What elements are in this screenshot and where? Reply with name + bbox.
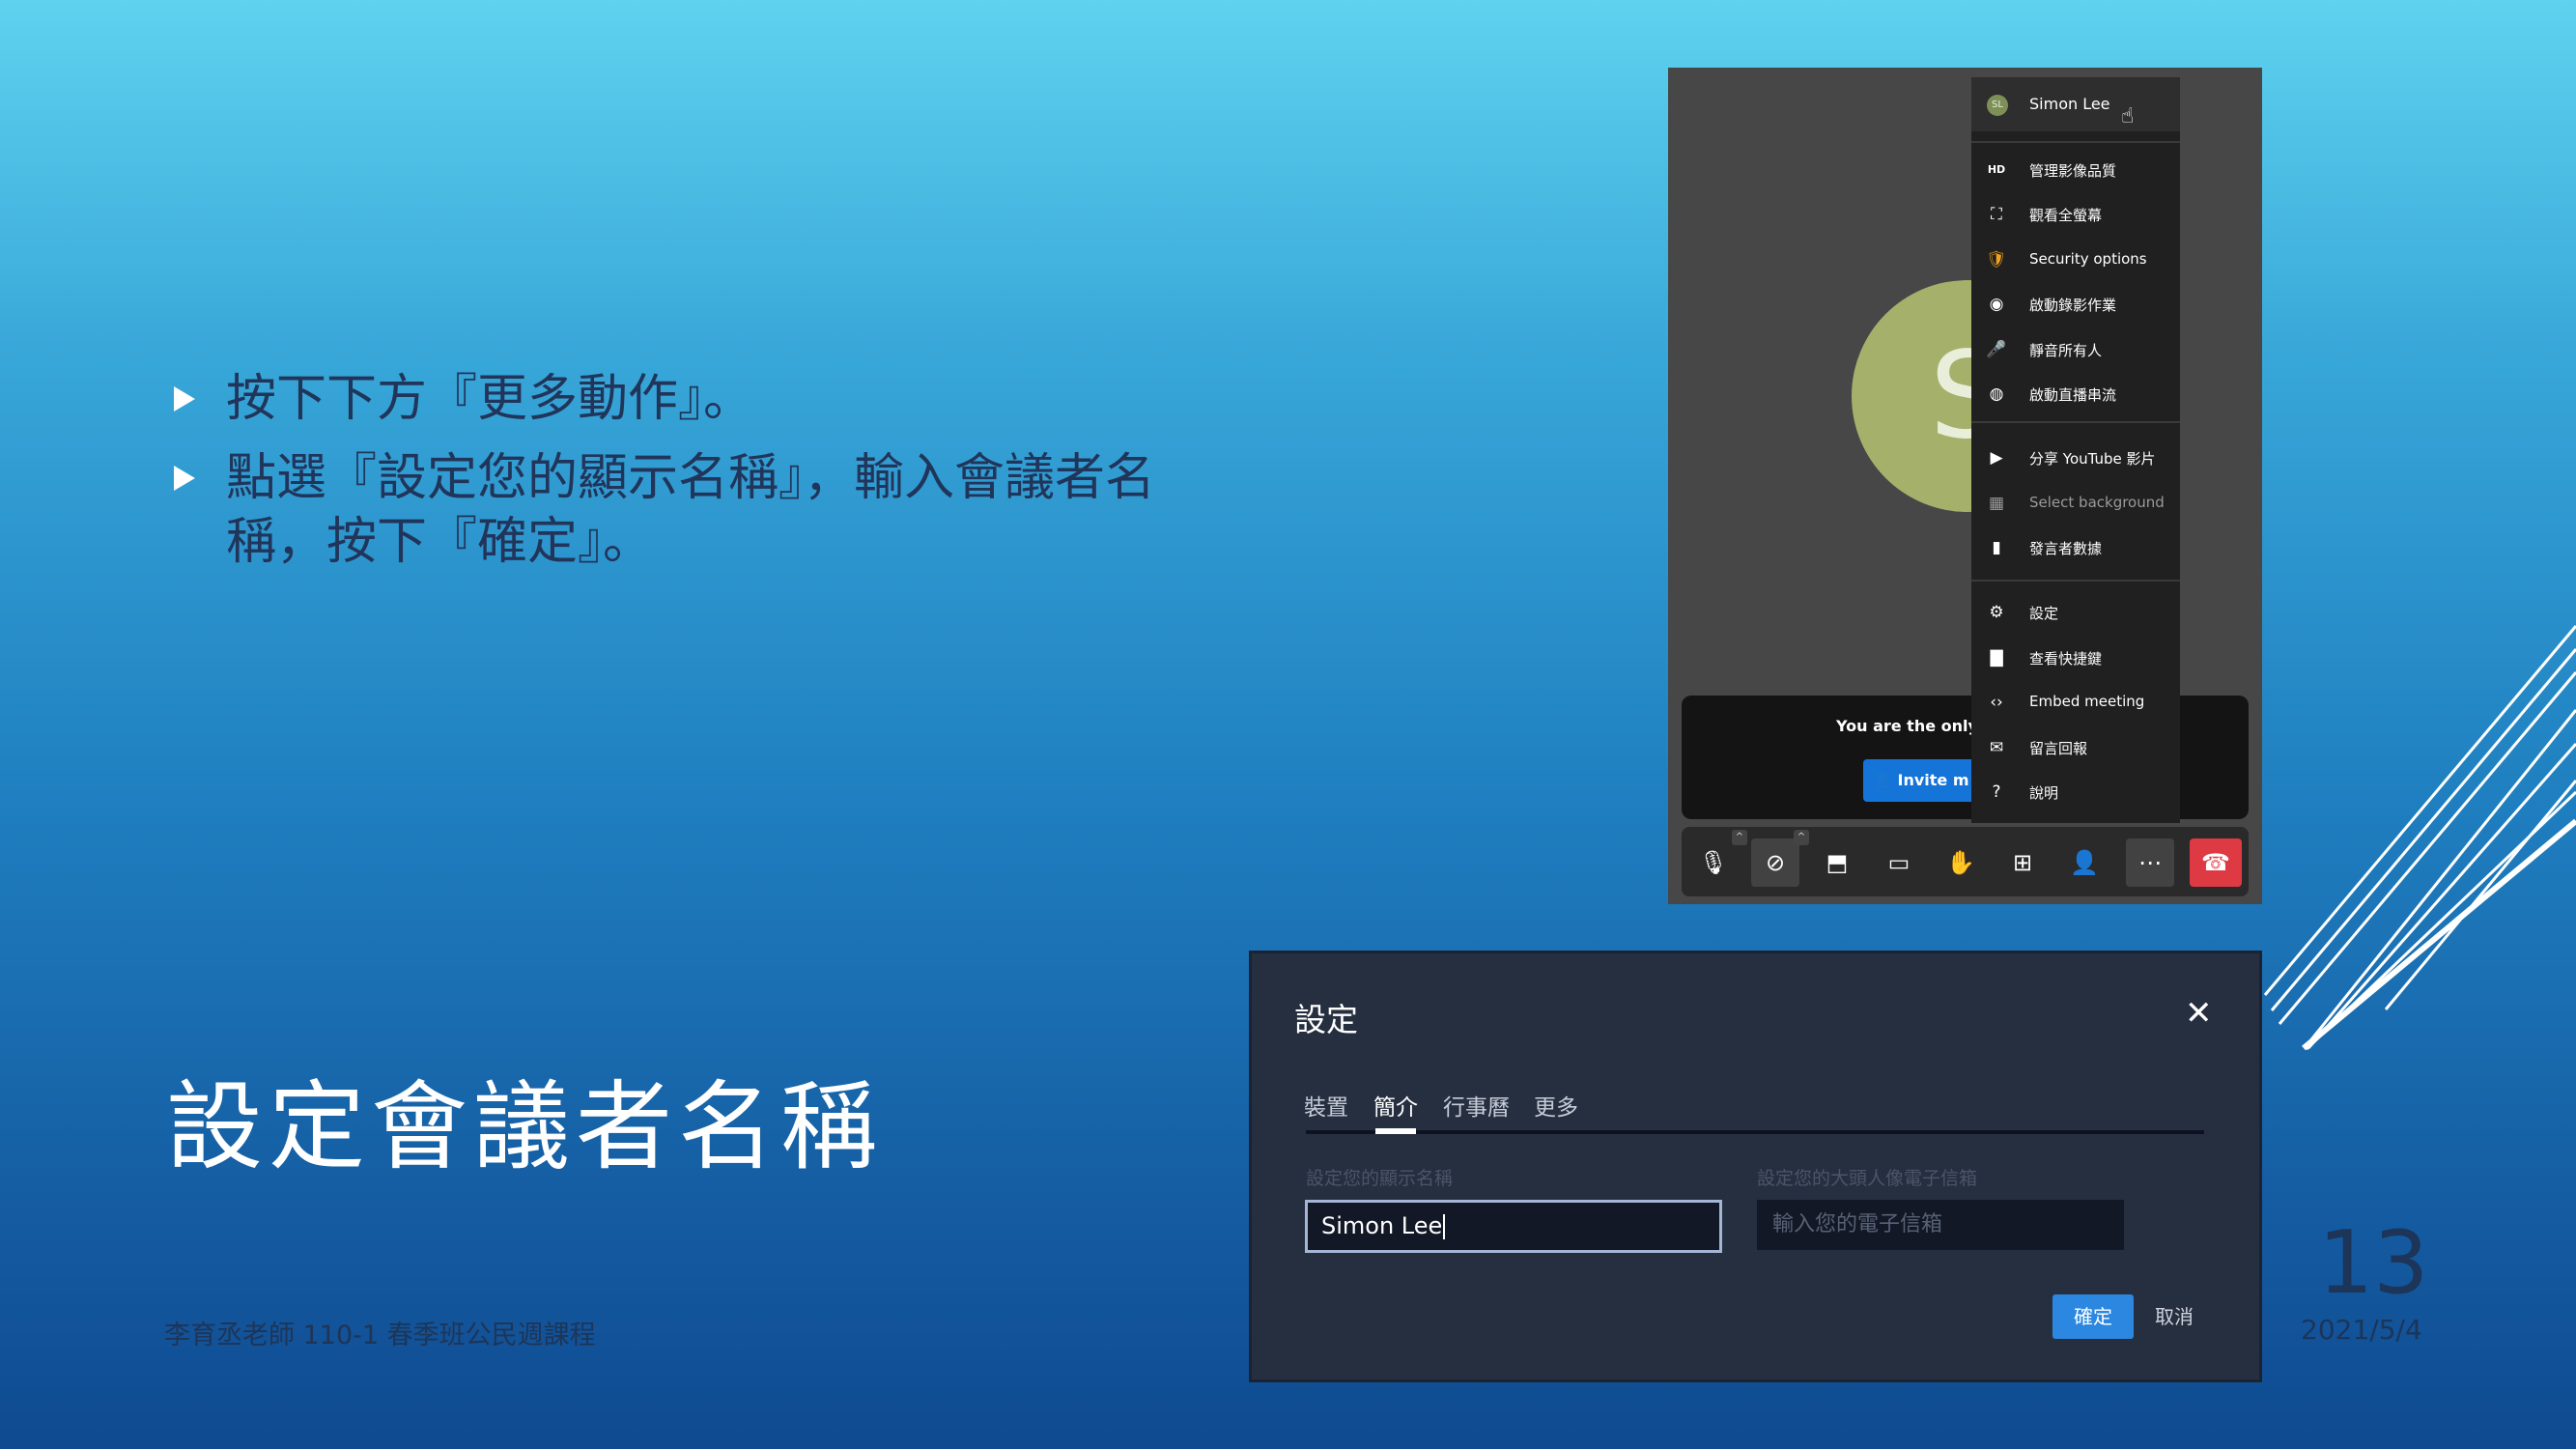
play-circle-icon: ▶ [1990,448,2003,468]
display-name-value: Simon Lee [1321,1212,1443,1239]
menu-divider [1971,141,2180,143]
more-actions-menu: SL Simon Lee ☝ HD 管理影像品質 ⛶ 觀看全螢幕 🛡 Security… [1971,77,2180,823]
menu-item-label: 說明 [2029,784,2059,802]
code-icon: ‹› [1990,693,2003,712]
stats-icon: ▮ [1992,538,2001,557]
menu-item-settings[interactable]: ⚙ 設定 [1971,595,2180,634]
menu-item-label: 分享 YouTube 影片 [2029,450,2156,468]
chevron-up-icon[interactable]: ^ [1794,830,1809,845]
menu-item-mute-everyone[interactable]: 🎤 靜音所有人 [1971,332,2180,371]
slide-title: 設定會議者名稱 [166,1070,883,1183]
bullet-text: 點選『設定您的顯示名稱』，輸入會議者名稱，按下『確定』。 [226,449,1156,571]
menu-divider [1971,580,2180,582]
bullet-item: 點選『設定您的顯示名稱』，輸入會議者名稱，按下『確定』。 [174,446,1178,574]
chat-icon[interactable]: ▭ [1875,838,1923,887]
mute-all-icon: 🎤 [1986,340,2007,359]
hangup-icon[interactable]: ☎ [2190,838,2242,887]
participants-icon[interactable]: 👤 [2060,838,2109,887]
text-cursor [1443,1214,1446,1239]
slide: 按下下方『更多動作』。 點選『設定您的顯示名稱』，輸入會議者名稱，按下『確定』。… [0,0,2576,1449]
slide-footer: 李育丞老師 110-1 春季班公民週課程 [164,1321,596,1350]
settings-dialog: 設定 ✕ 裝置 簡介 行事曆 更多 設定您的顯示名稱 Simon Lee 設定您… [1249,951,2262,1382]
tab-underline [1306,1130,2204,1134]
chevron-up-icon[interactable]: ^ [1732,830,1747,845]
close-icon[interactable]: ✕ [2185,994,2213,1033]
email-label: 設定您的大頭人像電子信箱 [1757,1168,1978,1189]
menu-item-help[interactable]: ? 說明 [1971,775,2180,813]
menu-item-security-options[interactable]: 🛡 Security options [1971,242,2180,281]
menu-item-keyboard-shortcuts[interactable]: ▇ 查看快捷鍵 [1971,640,2180,679]
menu-item-share-youtube[interactable]: ▶ 分享 YouTube 影片 [1971,440,2180,479]
bullet-list: 按下下方『更多動作』。 點選『設定您的顯示名稱』，輸入會議者名稱，按下『確定』。 [174,367,1178,589]
notice-text: You are the only o [1836,717,1995,735]
hd-icon: HD [1987,163,2006,176]
menu-item-label: 啟動直播串流 [2029,386,2117,404]
menu-item-label: 設定 [2029,605,2059,622]
fullscreen-icon: ⛶ [1991,205,2002,224]
menu-item-manage-video-quality[interactable]: HD 管理影像品質 [1971,153,2180,191]
menu-item-label: 觀看全螢幕 [2029,207,2103,224]
display-name-input[interactable]: Simon Lee [1305,1200,1722,1253]
background-icon: ▦ [1988,494,2005,513]
tab-devices[interactable]: 裝置 [1304,1089,1348,1122]
menu-item-label: 靜音所有人 [2029,342,2103,359]
email-placeholder: 輸入您的電子信箱 [1772,1212,1943,1236]
active-tab-indicator [1375,1128,1416,1134]
live-stream-icon: ◍ [1989,384,2004,404]
menu-item-select-background[interactable]: ▦ Select background [1971,486,2180,525]
tab-calendar[interactable]: 行事曆 [1443,1089,1510,1122]
feedback-icon: ✉ [1989,738,2004,757]
bullet-item: 按下下方『更多動作』。 [174,367,1178,431]
menu-item-leave-feedback[interactable]: ✉ 留言回報 [1971,730,2180,769]
menu-item-embed-meeting[interactable]: ‹› Embed meeting [1971,685,2180,724]
menu-divider [1971,421,2180,423]
tab-profile[interactable]: 簡介 [1373,1089,1418,1122]
help-icon: ? [1992,782,2001,802]
raise-hand-icon[interactable]: ✋ [1937,838,1985,887]
page-number: 13 [2318,1212,2429,1314]
triangle-bullet-icon [174,386,195,412]
menu-user-header[interactable]: SL Simon Lee ☝ [1971,77,2180,131]
menu-item-label: 啟動錄影作業 [2029,297,2117,314]
meeting-toolbar: 🎙 ^ ⊘ ^ ⬒ ▭ ✋ ⊞ 👤 ⋯ ☎ [1682,827,2249,896]
document-icon: ▇ [1990,648,2003,668]
menu-item-label: Select background [2029,494,2165,511]
gear-icon: ⚙ [1989,603,2004,622]
mic-muted-icon[interactable]: 🎙 [1689,838,1738,887]
email-input[interactable]: 輸入您的電子信箱 [1757,1200,2124,1250]
screen-share-icon[interactable]: ⬒ [1813,838,1861,887]
dialog-title: 設定 [1294,1001,1358,1038]
menu-item-label: Embed meeting [2029,693,2145,710]
menu-item-start-live-stream[interactable]: ◍ 啟動直播串流 [1971,377,2180,415]
menu-item-speaker-stats[interactable]: ▮ 發言者數據 [1971,530,2180,569]
menu-item-start-recording[interactable]: ◉ 啟動錄影作業 [1971,287,2180,326]
tab-more[interactable]: 更多 [1534,1089,1578,1122]
bullet-text: 按下下方『更多動作』。 [226,370,754,428]
slide-date: 2021/5/4 [2301,1314,2422,1346]
ok-button[interactable]: 確定 [2052,1294,2134,1339]
tile-view-icon[interactable]: ⊞ [1998,838,2047,887]
camera-off-icon[interactable]: ⊘ [1751,838,1799,887]
pointer-cursor-icon: ☝ [2121,104,2135,128]
menu-item-label: 查看快捷鍵 [2029,650,2103,668]
menu-item-fullscreen[interactable]: ⛶ 觀看全螢幕 [1971,197,2180,236]
menu-item-label: 管理影像品質 [2029,162,2117,180]
user-avatar: SL [1987,95,2008,116]
triangle-bullet-icon [174,466,195,491]
cancel-button[interactable]: 取消 [2155,1294,2213,1339]
invite-label: Invite m [1897,771,1969,789]
add-person-icon: 👤 [1873,771,1898,789]
invite-button[interactable]: 👤 Invite m [1863,759,1979,802]
user-name: Simon Lee [2029,95,2110,113]
record-icon: ◉ [1989,295,2004,314]
menu-item-label: Security options [2029,250,2147,268]
meeting-screenshot: S You are the only o 👤 Invite m 🎙 ^ ⊘ ^ … [1668,68,2262,904]
shield-icon: 🛡 [1986,250,2007,270]
menu-item-label: 發言者數據 [2029,540,2103,557]
display-name-label: 設定您的顯示名稱 [1306,1168,1454,1189]
more-actions-icon[interactable]: ⋯ [2126,838,2174,887]
menu-item-label: 留言回報 [2029,740,2088,757]
